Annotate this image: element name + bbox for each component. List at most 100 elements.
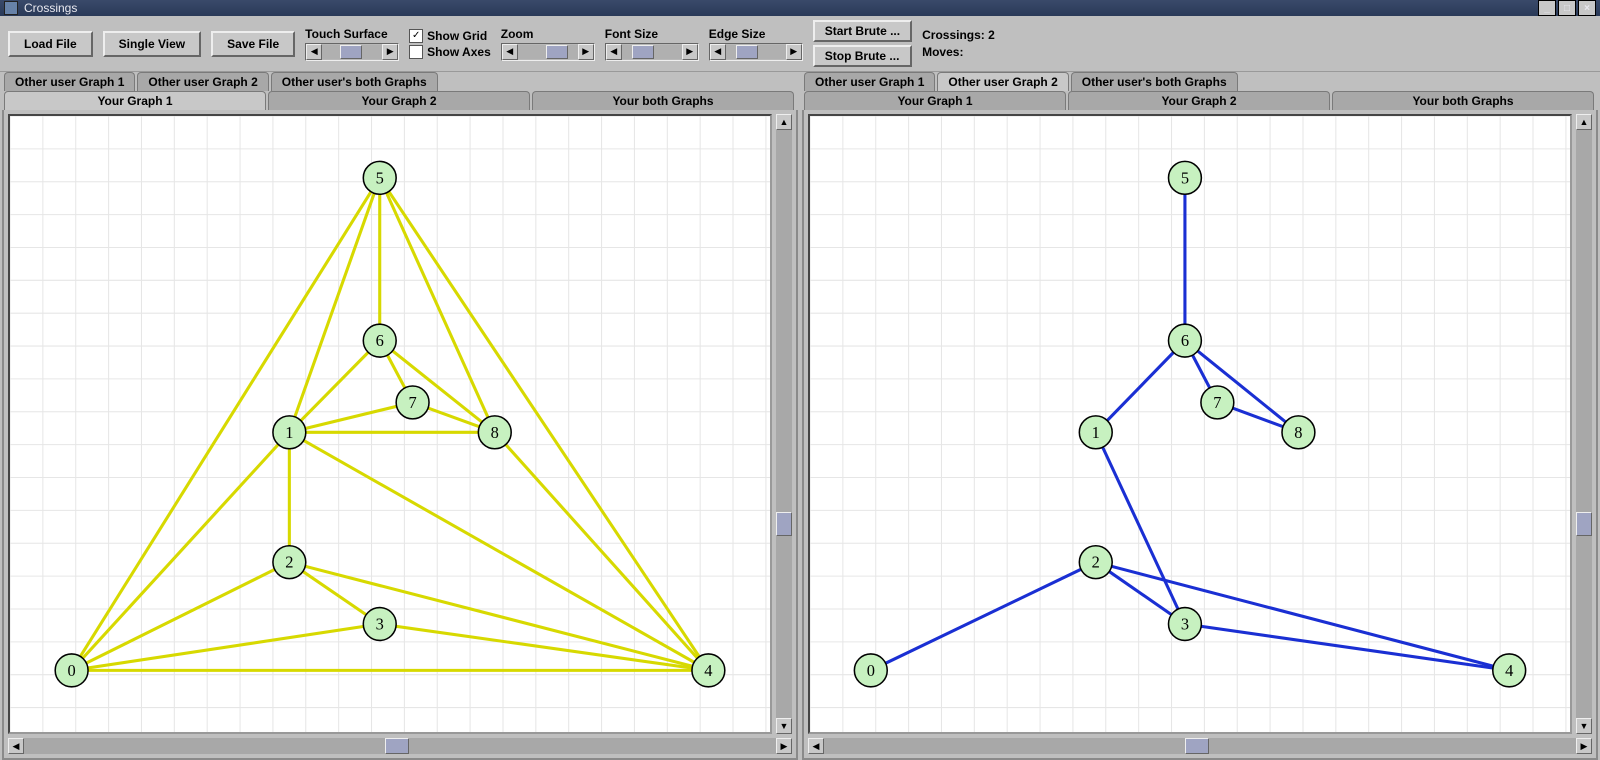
left-graph-canvas[interactable]: 0 1 2 3 4 5 6 7 8 bbox=[8, 114, 772, 734]
single-view-button[interactable]: Single View bbox=[103, 31, 201, 57]
show-grid-label: Show Grid bbox=[427, 29, 487, 43]
font-size-slider[interactable]: ◀ ▶ bbox=[605, 43, 699, 61]
load-file-button[interactable]: Load File bbox=[8, 31, 93, 57]
graph-node-5[interactable]: 5 bbox=[363, 161, 396, 194]
tab-your-graph1[interactable]: Your Graph 1 bbox=[4, 91, 266, 110]
scroll-left-icon[interactable]: ◀ bbox=[8, 738, 24, 754]
left-hscroll[interactable]: ◀ ▶ bbox=[8, 738, 792, 754]
graph-node-4[interactable]: 4 bbox=[1493, 654, 1526, 687]
zoom-control: Zoom ◀ ▶ bbox=[501, 27, 595, 61]
minimize-button[interactable]: _ bbox=[1538, 0, 1556, 16]
slider-right-icon[interactable]: ▶ bbox=[682, 44, 698, 60]
graph-edge[interactable] bbox=[72, 432, 290, 670]
zoom-label: Zoom bbox=[501, 27, 534, 41]
svg-text:6: 6 bbox=[1181, 331, 1189, 350]
scroll-down-icon[interactable]: ▼ bbox=[776, 718, 792, 734]
tab-your-graph1[interactable]: Your Graph 1 bbox=[804, 91, 1066, 110]
edge-size-slider[interactable]: ◀ ▶ bbox=[709, 43, 803, 61]
svg-text:7: 7 bbox=[408, 393, 416, 412]
graph-node-0[interactable]: 0 bbox=[854, 654, 887, 687]
slider-right-icon[interactable]: ▶ bbox=[382, 44, 398, 60]
left-vscroll[interactable]: ▲ ▼ bbox=[776, 114, 792, 734]
graph-node-0[interactable]: 0 bbox=[55, 654, 88, 687]
tab-other-graph1[interactable]: Other user Graph 1 bbox=[804, 72, 935, 91]
tab-other-graph1[interactable]: Other user Graph 1 bbox=[4, 72, 135, 91]
graph-node-6[interactable]: 6 bbox=[1169, 324, 1202, 357]
slider-right-icon[interactable]: ▶ bbox=[578, 44, 594, 60]
right-graph-canvas[interactable]: 0 1 2 3 4 5 6 7 8 bbox=[808, 114, 1572, 734]
graph-edge[interactable] bbox=[871, 562, 1096, 670]
svg-text:3: 3 bbox=[1181, 615, 1189, 634]
graph-edge[interactable] bbox=[289, 341, 379, 433]
tab-other-both[interactable]: Other user's both Graphs bbox=[1071, 72, 1238, 91]
graph-node-4[interactable]: 4 bbox=[692, 654, 725, 687]
tab-other-both[interactable]: Other user's both Graphs bbox=[271, 72, 438, 91]
graph-node-8[interactable]: 8 bbox=[1282, 416, 1315, 449]
svg-text:5: 5 bbox=[1181, 168, 1189, 187]
graph-node-1[interactable]: 1 bbox=[273, 416, 306, 449]
graph-edge[interactable] bbox=[380, 624, 709, 670]
svg-text:8: 8 bbox=[1294, 423, 1302, 442]
scroll-up-icon[interactable]: ▲ bbox=[776, 114, 792, 130]
right-pane: 0 1 2 3 4 5 6 7 8 ▲ ▼ ◀ ▶ bbox=[802, 110, 1598, 760]
slider-right-icon[interactable]: ▶ bbox=[786, 44, 802, 60]
graph-node-2[interactable]: 2 bbox=[1079, 546, 1112, 579]
graph-node-8[interactable]: 8 bbox=[478, 416, 511, 449]
graph-node-5[interactable]: 5 bbox=[1169, 161, 1202, 194]
slider-left-icon[interactable]: ◀ bbox=[606, 44, 622, 60]
left-pane: 0 1 2 3 4 5 6 7 8 ▲ ▼ ◀ ▶ bbox=[2, 110, 798, 760]
graph-edge[interactable] bbox=[1185, 341, 1298, 433]
close-button[interactable]: × bbox=[1578, 0, 1596, 16]
maximize-button[interactable]: □ bbox=[1558, 0, 1576, 16]
slider-left-icon[interactable]: ◀ bbox=[306, 44, 322, 60]
tab-your-graph2[interactable]: Your Graph 2 bbox=[268, 91, 530, 110]
graph-node-3[interactable]: 3 bbox=[1169, 608, 1202, 641]
save-file-button[interactable]: Save File bbox=[211, 31, 295, 57]
edge-size-control: Edge Size ◀ ▶ bbox=[709, 27, 803, 61]
tab-your-both[interactable]: Your both Graphs bbox=[532, 91, 794, 110]
show-axes-checkbox[interactable] bbox=[409, 45, 423, 59]
edge-size-label: Edge Size bbox=[709, 27, 766, 41]
svg-text:1: 1 bbox=[285, 423, 293, 442]
graph-edge[interactable] bbox=[289, 178, 379, 433]
start-brute-button[interactable]: Start Brute ... bbox=[813, 20, 912, 42]
right-vscroll[interactable]: ▲ ▼ bbox=[1576, 114, 1592, 734]
zoom-slider[interactable]: ◀ ▶ bbox=[501, 43, 595, 61]
show-axes-label: Show Axes bbox=[427, 45, 491, 59]
graph-node-2[interactable]: 2 bbox=[273, 546, 306, 579]
tab-your-graph2[interactable]: Your Graph 2 bbox=[1068, 91, 1330, 110]
tab-other-graph2[interactable]: Other user Graph 2 bbox=[937, 72, 1068, 91]
graph-node-7[interactable]: 7 bbox=[1201, 386, 1234, 419]
right-hscroll[interactable]: ◀ ▶ bbox=[808, 738, 1592, 754]
scroll-left-icon[interactable]: ◀ bbox=[808, 738, 824, 754]
show-axes-row[interactable]: Show Axes bbox=[409, 45, 491, 59]
svg-text:2: 2 bbox=[285, 553, 293, 572]
svg-text:2: 2 bbox=[1092, 553, 1100, 572]
graph-edge[interactable] bbox=[289, 402, 412, 432]
graph-node-6[interactable]: 6 bbox=[363, 324, 396, 357]
titlebar[interactable]: Crossings _ □ × bbox=[0, 0, 1600, 16]
window-buttons: _ □ × bbox=[1538, 0, 1596, 16]
slider-left-icon[interactable]: ◀ bbox=[710, 44, 726, 60]
tab-other-graph2[interactable]: Other user Graph 2 bbox=[137, 72, 268, 91]
tab-your-both[interactable]: Your both Graphs bbox=[1332, 91, 1594, 110]
show-grid-row[interactable]: ✓ Show Grid bbox=[409, 29, 487, 43]
stop-brute-button[interactable]: Stop Brute ... bbox=[813, 45, 912, 67]
slider-left-icon[interactable]: ◀ bbox=[502, 44, 518, 60]
scroll-right-icon[interactable]: ▶ bbox=[1576, 738, 1592, 754]
graph-node-1[interactable]: 1 bbox=[1079, 416, 1112, 449]
toolbar: Load File Single View Save File Touch Su… bbox=[0, 16, 1600, 72]
svg-text:6: 6 bbox=[376, 331, 384, 350]
graph-node-7[interactable]: 7 bbox=[396, 386, 429, 419]
show-grid-checkbox[interactable]: ✓ bbox=[409, 29, 423, 43]
scroll-up-icon[interactable]: ▲ bbox=[1576, 114, 1592, 130]
touch-surface-label: Touch Surface bbox=[305, 27, 387, 41]
graph-edge[interactable] bbox=[289, 432, 708, 670]
graph-edge[interactable] bbox=[72, 178, 380, 671]
touch-surface-slider[interactable]: ◀ ▶ bbox=[305, 43, 399, 61]
scroll-right-icon[interactable]: ▶ bbox=[776, 738, 792, 754]
graph-edge[interactable] bbox=[380, 178, 709, 671]
scroll-down-icon[interactable]: ▼ bbox=[1576, 718, 1592, 734]
graph-node-3[interactable]: 3 bbox=[363, 608, 396, 641]
graph-edge[interactable] bbox=[1185, 624, 1509, 670]
